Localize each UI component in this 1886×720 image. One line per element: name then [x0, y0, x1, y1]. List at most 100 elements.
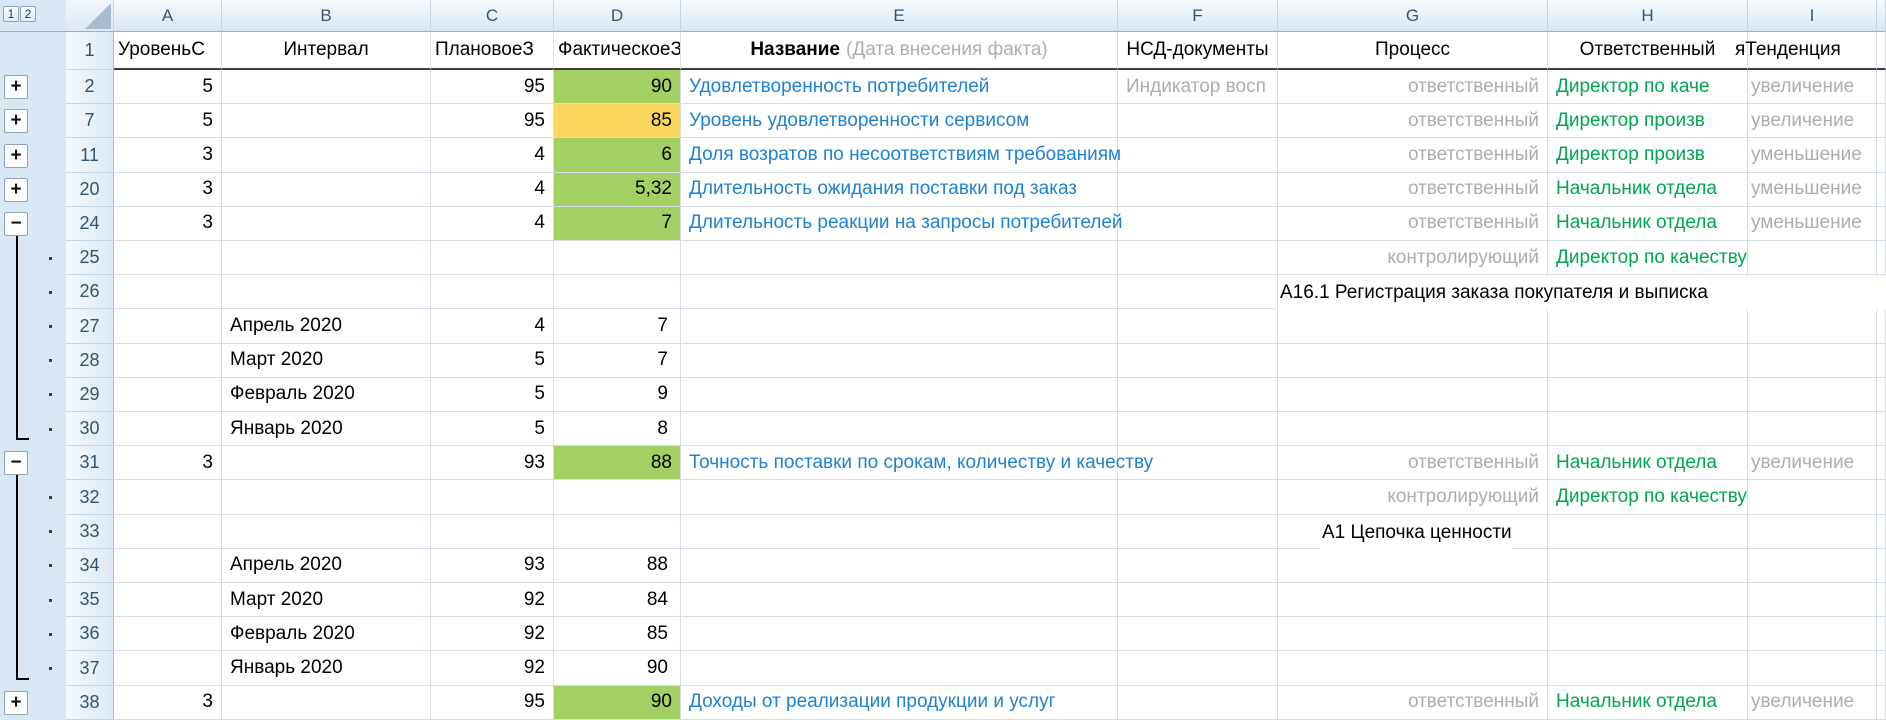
- cell-C1[interactable]: ПлановоеЗ: [431, 32, 554, 70]
- cell-H27[interactable]: [1548, 309, 1748, 343]
- cell-G35[interactable]: [1278, 583, 1548, 617]
- cell-A32[interactable]: [114, 480, 222, 514]
- cell-D38[interactable]: 90: [554, 686, 681, 720]
- column-header-I[interactable]: I: [1748, 0, 1877, 32]
- cell-I37[interactable]: [1748, 651, 1877, 685]
- column-header-C[interactable]: C: [431, 0, 554, 32]
- spanning-text-row26[interactable]: А16.1 Регистрация заказа покупателя и вы…: [1278, 276, 1886, 309]
- row-header-31[interactable]: 31: [66, 446, 114, 480]
- cell-E32[interactable]: [681, 480, 1118, 514]
- cell-C26[interactable]: [431, 275, 554, 309]
- row-header-11[interactable]: 11: [66, 138, 114, 172]
- cell-E20[interactable]: Длительность ожидания поставки под заказ: [681, 173, 1118, 207]
- row-header-28[interactable]: 28: [66, 344, 114, 378]
- column-header-G[interactable]: G: [1278, 0, 1548, 32]
- cell-A2[interactable]: 5: [114, 70, 222, 104]
- cell-A24[interactable]: 3: [114, 207, 222, 241]
- cell-B2[interactable]: [222, 70, 431, 104]
- cell-E37[interactable]: [681, 651, 1118, 685]
- cell-C24[interactable]: 4: [431, 207, 554, 241]
- cell-B24[interactable]: [222, 207, 431, 241]
- cell-B37[interactable]: Январь 2020: [222, 651, 431, 685]
- cell-D34[interactable]: 88: [554, 549, 681, 583]
- cell-D33[interactable]: [554, 515, 681, 549]
- cell-A29[interactable]: [114, 378, 222, 412]
- cell-C32[interactable]: [431, 480, 554, 514]
- cell-D25[interactable]: [554, 241, 681, 275]
- cell-G2[interactable]: ответственный: [1278, 70, 1548, 104]
- cell-G25[interactable]: контролирующий: [1278, 241, 1548, 275]
- cell-E2[interactable]: Удовлетворенность потребителей: [681, 70, 1118, 104]
- cell-C7[interactable]: 95: [431, 104, 554, 138]
- row-header-2[interactable]: 2: [66, 70, 114, 104]
- cell-F30[interactable]: [1118, 412, 1278, 446]
- cell-A36[interactable]: [114, 617, 222, 651]
- cell-F26[interactable]: [1118, 275, 1278, 309]
- cell-F1[interactable]: НСД-документы: [1118, 32, 1278, 70]
- cell-B27[interactable]: Апрель 2020: [222, 309, 431, 343]
- cell-D35[interactable]: 84: [554, 583, 681, 617]
- cell-F11[interactable]: [1118, 138, 1278, 172]
- cell-D2[interactable]: 90: [554, 70, 681, 104]
- cell-G37[interactable]: [1278, 651, 1548, 685]
- cell-E34[interactable]: [681, 549, 1118, 583]
- cell-A7[interactable]: 5: [114, 104, 222, 138]
- cell-B31[interactable]: [222, 446, 431, 480]
- cell-G11[interactable]: ответственный: [1278, 138, 1548, 172]
- cell-B29[interactable]: Февраль 2020: [222, 378, 431, 412]
- outline-level-1-button[interactable]: 1: [3, 6, 19, 22]
- row-header-34[interactable]: 34: [66, 549, 114, 583]
- cell-E26[interactable]: [681, 275, 1118, 309]
- cell-G24[interactable]: ответственный: [1278, 207, 1548, 241]
- cell-D31[interactable]: 88: [554, 446, 681, 480]
- cell-B28[interactable]: Март 2020: [222, 344, 431, 378]
- cell-G29[interactable]: [1278, 378, 1548, 412]
- cell-E24[interactable]: Длительность реакции на запросы потребит…: [681, 207, 1118, 241]
- cell-F28[interactable]: [1118, 344, 1278, 378]
- cell-I36[interactable]: [1748, 617, 1877, 651]
- cell-F24[interactable]: [1118, 207, 1278, 241]
- cell-D36[interactable]: 85: [554, 617, 681, 651]
- cell-G20[interactable]: ответственный: [1278, 173, 1548, 207]
- cell-E30[interactable]: [681, 412, 1118, 446]
- cell-E27[interactable]: [681, 309, 1118, 343]
- cell-A1[interactable]: УровеньС: [114, 32, 222, 70]
- cell-G28[interactable]: [1278, 344, 1548, 378]
- cell-C37[interactable]: 92: [431, 651, 554, 685]
- cell-A30[interactable]: [114, 412, 222, 446]
- cell-A34[interactable]: [114, 549, 222, 583]
- cell-H20[interactable]: Начальник отдела: [1548, 173, 1748, 207]
- cell-C38[interactable]: 95: [431, 686, 554, 720]
- cell-B25[interactable]: [222, 241, 431, 275]
- cell-H37[interactable]: [1548, 651, 1748, 685]
- cell-H38[interactable]: Начальник отдела: [1548, 686, 1748, 720]
- row-header-35[interactable]: 35: [66, 583, 114, 617]
- cell-E11[interactable]: Доля возратов по несоответствиям требова…: [681, 138, 1118, 172]
- cell-C35[interactable]: 92: [431, 583, 554, 617]
- cell-D28[interactable]: 7: [554, 344, 681, 378]
- row-header-7[interactable]: 7: [66, 104, 114, 138]
- cell-F35[interactable]: [1118, 583, 1278, 617]
- cell-B36[interactable]: Февраль 2020: [222, 617, 431, 651]
- cell-H30[interactable]: [1548, 412, 1748, 446]
- cell-A11[interactable]: 3: [114, 138, 222, 172]
- cell-B11[interactable]: [222, 138, 431, 172]
- cell-E25[interactable]: [681, 241, 1118, 275]
- cell-A35[interactable]: [114, 583, 222, 617]
- cell-H1[interactable]: Ответственный: [1548, 32, 1748, 70]
- outline-expand-button-row2[interactable]: +: [4, 75, 28, 99]
- cell-C30[interactable]: 5: [431, 412, 554, 446]
- cell-D29[interactable]: 9: [554, 378, 681, 412]
- cell-I2[interactable]: увеличение: [1748, 70, 1877, 104]
- cell-H36[interactable]: [1548, 617, 1748, 651]
- cell-C11[interactable]: 4: [431, 138, 554, 172]
- cell-D20[interactable]: 5,32: [554, 173, 681, 207]
- cell-B1[interactable]: Интервал: [222, 32, 431, 70]
- cell-B34[interactable]: Апрель 2020: [222, 549, 431, 583]
- column-header-A[interactable]: A: [114, 0, 222, 32]
- cell-B30[interactable]: Январь 2020: [222, 412, 431, 446]
- cell-B35[interactable]: Март 2020: [222, 583, 431, 617]
- cell-G34[interactable]: [1278, 549, 1548, 583]
- cell-D7[interactable]: 85: [554, 104, 681, 138]
- cell-C28[interactable]: 5: [431, 344, 554, 378]
